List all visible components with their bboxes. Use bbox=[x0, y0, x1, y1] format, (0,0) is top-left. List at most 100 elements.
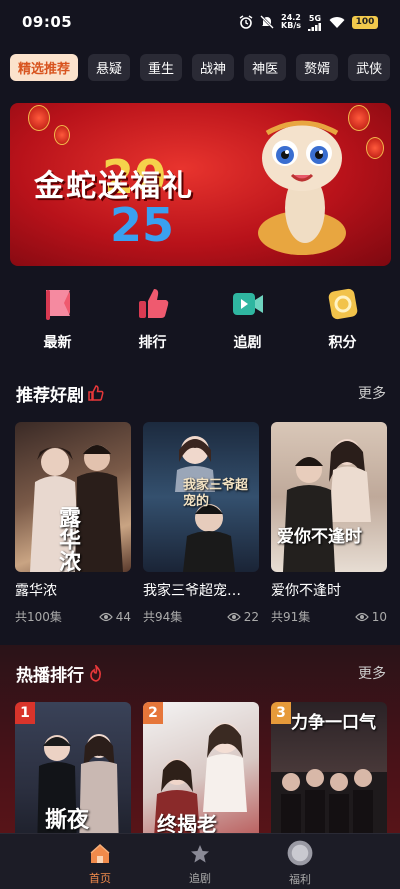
category-tabs: 精选推荐 悬疑 重生 战神 神医 赘婿 武侠 bbox=[10, 54, 400, 82]
home-icon bbox=[90, 843, 110, 863]
nav-home[interactable]: 首页 bbox=[75, 834, 125, 886]
nav-label: 福利 bbox=[289, 873, 311, 886]
poster-title: 我家三爷超宠的 bbox=[183, 478, 249, 509]
poster-title: 撕夜 bbox=[45, 807, 90, 833]
thumbs-up-icon bbox=[138, 289, 168, 318]
view-count: 10 bbox=[354, 608, 387, 625]
drama-poster: 爱你不逢时 bbox=[271, 422, 387, 572]
hot-ranking-header: 热播排行 更多 bbox=[16, 661, 386, 686]
snake-mascot-icon bbox=[258, 120, 346, 255]
more-link[interactable]: 更多 bbox=[358, 383, 386, 403]
tab-rebirth[interactable]: 重生 bbox=[140, 54, 183, 81]
signal-group: 5G bbox=[308, 14, 322, 31]
rank-badge: 3 bbox=[271, 702, 291, 724]
nav-follow[interactable]: 追剧 bbox=[175, 834, 225, 886]
tab-featured[interactable]: 精选推荐 bbox=[10, 54, 79, 81]
episode-count: 共100集 bbox=[15, 610, 62, 624]
drama-poster: 力争一口气 3 bbox=[271, 702, 387, 833]
poster-figures bbox=[283, 439, 371, 572]
drama-poster: 露华浓 bbox=[15, 422, 131, 572]
tab-suspense[interactable]: 悬疑 bbox=[88, 54, 131, 81]
video-icon bbox=[232, 293, 263, 315]
tab-doctor[interactable]: 神医 bbox=[244, 54, 287, 81]
banner-title: 金蛇送福礼 bbox=[34, 169, 194, 204]
ranking-card[interactable]: 撕夜 1 bbox=[15, 702, 131, 833]
gift-icon bbox=[287, 840, 313, 866]
nav-label: 追剧 bbox=[189, 872, 211, 885]
tab-son-in-law[interactable]: 赘婿 bbox=[296, 54, 339, 81]
signal-type: 5G bbox=[308, 13, 322, 23]
battery-indicator: 100 bbox=[352, 15, 378, 29]
recommended-list: 露华浓 露华浓 共100集 44 我家三爷超宠的 我家三爷超宠… 共94集 22… bbox=[15, 422, 400, 625]
drama-title: 我家三爷超宠… bbox=[143, 583, 241, 599]
lantern-decoration bbox=[28, 105, 50, 131]
net-speed-unit: KB/s bbox=[281, 21, 301, 30]
quick-menu: 最新 排行 追剧 积分 bbox=[0, 286, 400, 356]
nav-welfare[interactable]: 福利 bbox=[275, 834, 325, 887]
drama-card[interactable]: 露华浓 露华浓 共100集 44 bbox=[15, 422, 131, 625]
quick-menu-points[interactable]: 积分 bbox=[308, 286, 378, 356]
quick-menu-ranking[interactable]: 排行 bbox=[118, 286, 188, 356]
poster-title: 力争一口气 bbox=[291, 713, 376, 733]
more-link[interactable]: 更多 bbox=[358, 663, 386, 683]
rank-badge: 2 bbox=[143, 702, 163, 724]
coin-icon bbox=[328, 288, 357, 320]
lantern-decoration bbox=[366, 137, 384, 159]
hot-ranking-title-group: 热播排行 bbox=[16, 661, 104, 686]
drama-meta: 共100集 44 bbox=[15, 608, 131, 625]
promo-banner[interactable]: 20 25 金蛇送福礼 bbox=[10, 103, 391, 266]
net-speed: 24.2 KB/s bbox=[281, 14, 301, 30]
view-count-value: 44 bbox=[115, 609, 131, 624]
eye-icon bbox=[98, 612, 113, 621]
quick-menu-label: 积分 bbox=[328, 335, 357, 351]
poster-title: 爱你不逢时 bbox=[277, 527, 362, 547]
status-bar: 09:05 24.2 KB/s 5G 100 bbox=[0, 0, 400, 44]
bottom-nav: 首页 追剧 福利 bbox=[0, 833, 400, 889]
flame-icon bbox=[90, 664, 101, 682]
thumbs-up-icon bbox=[88, 385, 104, 401]
view-count: 22 bbox=[226, 608, 259, 625]
lantern-decoration bbox=[54, 125, 70, 145]
star-icon bbox=[191, 845, 209, 863]
view-count-value: 10 bbox=[371, 609, 387, 624]
ranking-card[interactable]: 力争一口气 3 bbox=[271, 702, 387, 833]
drama-card[interactable]: 爱你不逢时 爱你不逢时 共91集 10 bbox=[271, 422, 387, 625]
drama-meta: 共91集 10 bbox=[271, 608, 387, 625]
ranking-card[interactable]: 终揭老 2 bbox=[143, 702, 259, 833]
status-icons: 24.2 KB/s 5G 100 bbox=[239, 14, 378, 31]
flag-icon bbox=[45, 290, 70, 320]
rank-badge: 1 bbox=[15, 702, 35, 724]
quick-menu-label: 追剧 bbox=[233, 335, 262, 351]
view-count: 44 bbox=[98, 608, 131, 625]
nav-label: 首页 bbox=[89, 872, 111, 885]
drama-meta: 共94集 22 bbox=[143, 608, 259, 625]
wifi-icon bbox=[329, 16, 345, 28]
mute-icon bbox=[260, 15, 274, 29]
recommended-title-group: 推荐好剧 bbox=[16, 381, 104, 406]
tab-war-god[interactable]: 战神 bbox=[192, 54, 235, 81]
quick-menu-follow[interactable]: 追剧 bbox=[213, 286, 283, 356]
quick-menu-latest[interactable]: 最新 bbox=[23, 286, 93, 356]
drama-title: 露华浓 bbox=[15, 583, 57, 599]
eye-icon bbox=[226, 612, 241, 621]
alarm-icon bbox=[239, 15, 253, 29]
drama-poster: 我家三爷超宠的 bbox=[143, 422, 259, 572]
status-time: 09:05 bbox=[22, 13, 73, 31]
hot-ranking-list: 撕夜 1 终揭老 2 力争一口气 3 bbox=[15, 702, 400, 833]
episode-count: 共91集 bbox=[271, 610, 311, 624]
tab-martial[interactable]: 武侠 bbox=[348, 54, 391, 81]
poster-title: 终揭老 bbox=[157, 812, 217, 833]
view-count-value: 22 bbox=[243, 609, 259, 624]
drama-card[interactable]: 我家三爷超宠的 我家三爷超宠… 共94集 22 bbox=[143, 422, 259, 625]
quick-menu-label: 最新 bbox=[43, 335, 72, 351]
section-title: 推荐好剧 bbox=[16, 385, 84, 406]
episode-count: 共94集 bbox=[143, 610, 183, 624]
section-title: 热播排行 bbox=[16, 665, 84, 686]
quick-menu-label: 排行 bbox=[138, 335, 167, 351]
poster-title: 露华浓 bbox=[55, 506, 81, 572]
drama-poster: 撕夜 1 bbox=[15, 702, 131, 833]
recommended-header: 推荐好剧 更多 bbox=[16, 381, 386, 406]
eye-icon bbox=[354, 612, 369, 621]
drama-poster: 终揭老 2 bbox=[143, 702, 259, 833]
drama-title: 爱你不逢时 bbox=[271, 583, 341, 599]
